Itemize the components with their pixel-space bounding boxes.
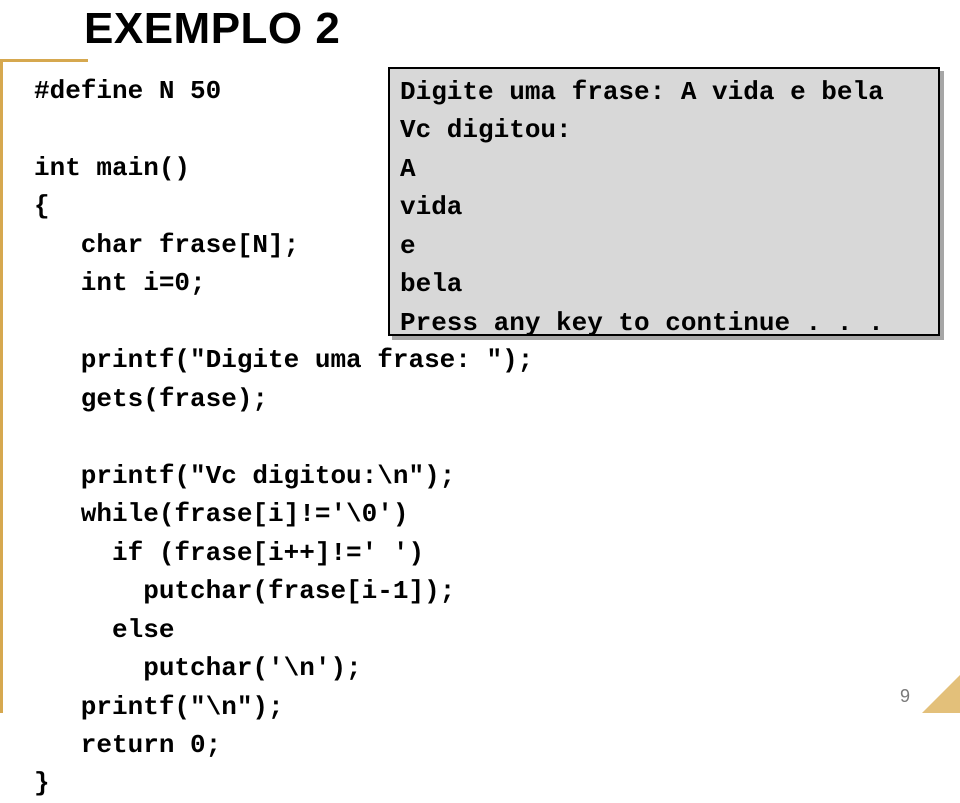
accent-line-top bbox=[0, 59, 88, 62]
accent-line-side bbox=[0, 59, 3, 713]
output-box: Digite uma frase: A vida e bela Vc digit… bbox=[388, 67, 940, 336]
page-title: EXEMPLO 2 bbox=[84, 4, 340, 54]
corner-fold-icon bbox=[922, 675, 960, 713]
page-number: 9 bbox=[900, 686, 910, 707]
